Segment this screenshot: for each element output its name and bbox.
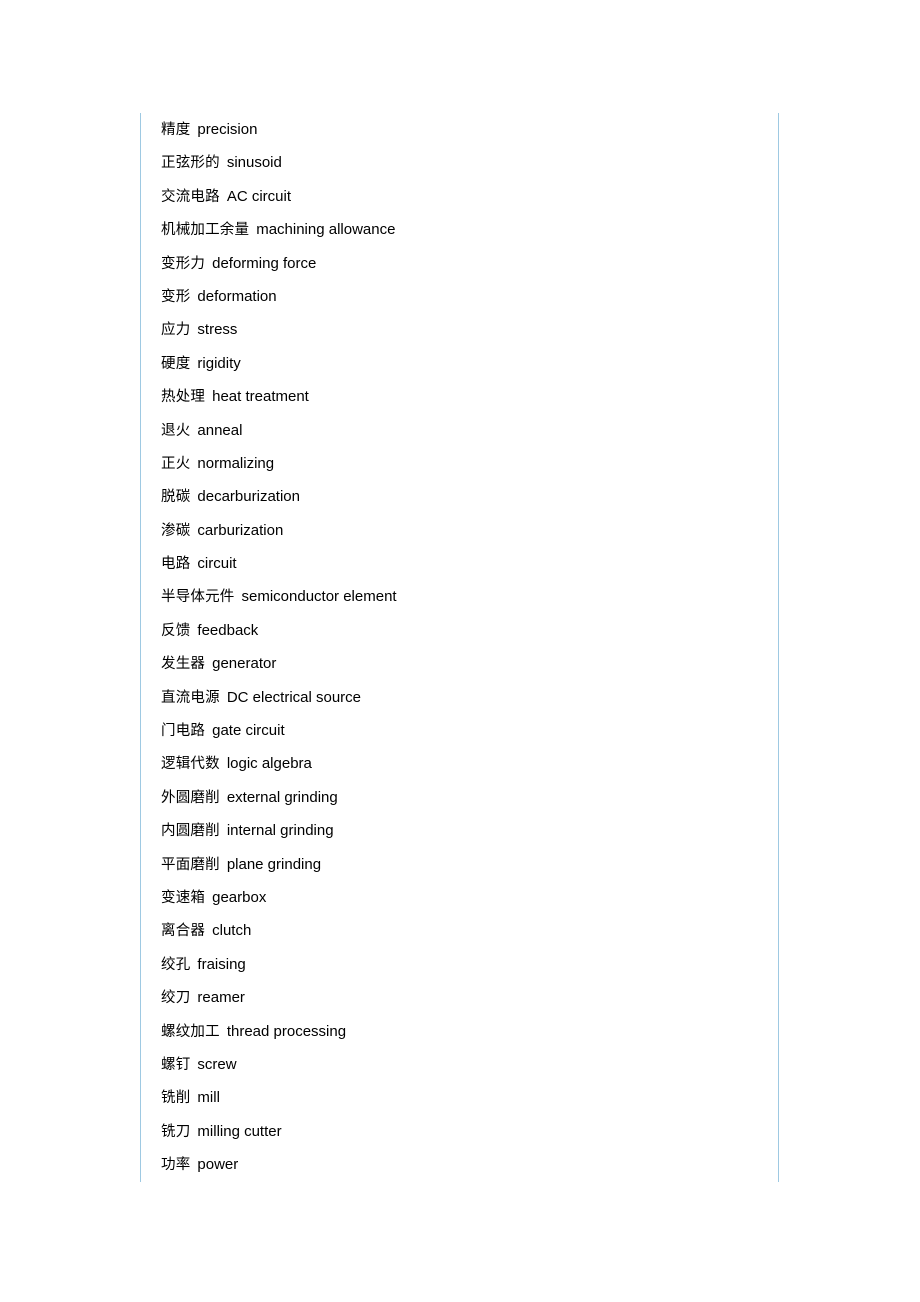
- glossary-entry: 正弦形的 sinusoid: [141, 146, 778, 179]
- term-chinese: 应力: [161, 322, 191, 339]
- glossary-entry: 外圆磨削 external grinding: [141, 781, 778, 814]
- term-english: gate circuit: [212, 722, 285, 740]
- term-chinese: 功率: [161, 1157, 191, 1174]
- term-english: deforming force: [212, 254, 317, 272]
- term-english: stress: [197, 321, 238, 339]
- glossary-entry: 电路 circuit: [141, 547, 778, 580]
- term-english: circuit: [197, 555, 237, 573]
- term-english: thread processing: [226, 1022, 347, 1040]
- term-english: deformation: [197, 287, 277, 305]
- glossary-entry: 铣刀 milling cutter: [141, 1115, 778, 1148]
- term-chinese: 绞刀: [161, 990, 191, 1007]
- term-english: reamer: [197, 989, 245, 1007]
- term-chinese: 内圆磨削: [161, 823, 220, 840]
- term-english: semiconductor element: [241, 588, 397, 606]
- glossary-entry: 绞刀 reamer: [141, 981, 778, 1014]
- term-chinese: 铣刀: [161, 1123, 191, 1140]
- term-chinese: 逻辑代数: [161, 756, 220, 773]
- glossary-entry: 变形力 deforming force: [141, 247, 778, 280]
- glossary-entry: 绞孔 fraising: [141, 948, 778, 981]
- term-chinese: 硬度: [161, 355, 191, 372]
- glossary-entry: 正火 normalizing: [141, 447, 778, 480]
- term-english: plane grinding: [226, 855, 322, 873]
- term-english: internal grinding: [226, 822, 334, 840]
- glossary-entry: 热处理 heat treatment: [141, 380, 778, 413]
- term-english: rigidity: [197, 354, 241, 372]
- term-chinese: 发生器: [161, 656, 206, 673]
- term-english: machining allowance: [256, 221, 396, 239]
- term-english: milling cutter: [197, 1122, 282, 1140]
- term-english: heat treatment: [212, 388, 309, 406]
- glossary-entry: 变速箱 gearbox: [141, 881, 778, 914]
- glossary-entry: 交流电路 AC circuit: [141, 180, 778, 213]
- term-english: screw: [197, 1055, 237, 1073]
- glossary-entry: 门电路 gate circuit: [141, 714, 778, 747]
- glossary-list: 精度 precision 正弦形的 sinusoid 交流电路 AC circuit 机械加…: [141, 113, 778, 1182]
- term-chinese: 半导体元件: [161, 589, 235, 606]
- glossary-entry: 硬度 rigidity: [141, 347, 778, 380]
- glossary-entry: 反馈 feedback: [141, 614, 778, 647]
- term-english: DC electrical source: [226, 688, 362, 706]
- term-chinese: 直流电源: [161, 689, 220, 706]
- glossary-entry: 内圆磨削 internal grinding: [141, 814, 778, 847]
- term-english: feedback: [197, 621, 259, 639]
- glossary-entry: 渗碳 carburization: [141, 514, 778, 547]
- glossary-entry: 变形 deformation: [141, 280, 778, 313]
- term-chinese: 精度: [161, 122, 191, 138]
- term-english: power: [197, 1156, 239, 1174]
- term-chinese: 退火: [161, 422, 191, 439]
- glossary-entry: 铣削 mill: [141, 1081, 778, 1114]
- term-chinese: 电路: [161, 556, 191, 573]
- term-chinese: 交流电路: [161, 188, 220, 205]
- glossary-entry: 退火 anneal: [141, 414, 778, 447]
- term-english: logic algebra: [226, 755, 312, 773]
- glossary-entry: 离合器 clutch: [141, 914, 778, 947]
- term-chinese: 螺钉: [161, 1056, 191, 1073]
- term-english: mill: [197, 1089, 220, 1107]
- glossary-entry: 螺钉 screw: [141, 1048, 778, 1081]
- term-chinese: 离合器: [161, 923, 206, 940]
- term-chinese: 变速箱: [161, 889, 206, 906]
- term-chinese: 机械加工余量: [161, 222, 250, 239]
- glossary-entry: 脱碳 decarburization: [141, 480, 778, 513]
- term-chinese: 脱碳: [161, 489, 191, 506]
- term-chinese: 正火: [161, 455, 191, 472]
- term-english: carburization: [197, 521, 284, 539]
- term-chinese: 外圆磨削: [161, 789, 220, 806]
- term-chinese: 正弦形的: [161, 155, 220, 172]
- glossary-entry: 平面磨削 plane grinding: [141, 848, 778, 881]
- term-chinese: 反馈: [161, 622, 191, 639]
- glossary-entry: 半导体元件 semiconductor element: [141, 580, 778, 613]
- glossary-entry: 螺纹加工 thread processing: [141, 1015, 778, 1048]
- term-chinese: 变形: [161, 288, 191, 305]
- term-chinese: 渗碳: [161, 522, 191, 539]
- term-english: precision: [197, 121, 258, 138]
- term-english: AC circuit: [226, 187, 291, 205]
- term-chinese: 门电路: [161, 723, 206, 740]
- term-chinese: 螺纹加工: [161, 1023, 220, 1040]
- term-english: generator: [212, 655, 277, 673]
- term-chinese: 热处理: [161, 389, 206, 406]
- glossary-entry: 应力 stress: [141, 313, 778, 346]
- glossary-entry: 精度 precision: [141, 113, 778, 146]
- glossary-entry: 发生器 generator: [141, 647, 778, 680]
- term-english: clutch: [212, 922, 252, 940]
- term-chinese: 平面磨削: [161, 856, 220, 873]
- term-english: sinusoid: [226, 154, 282, 172]
- term-english: anneal: [197, 421, 243, 439]
- glossary-entry: 逻辑代数 logic algebra: [141, 747, 778, 780]
- term-english: normalizing: [197, 454, 275, 472]
- term-english: external grinding: [226, 788, 338, 806]
- term-english: decarburization: [197, 488, 300, 506]
- term-chinese: 变形力: [161, 255, 206, 272]
- term-chinese: 铣削: [161, 1090, 191, 1107]
- term-english: gearbox: [212, 888, 267, 906]
- term-chinese: 绞孔: [161, 956, 191, 973]
- glossary-entry: 功率 power: [141, 1148, 778, 1181]
- glossary-entry: 直流电源 DC electrical source: [141, 681, 778, 714]
- glossary-panel: 精度 precision 正弦形的 sinusoid 交流电路 AC circuit 机械加…: [140, 113, 779, 1182]
- glossary-entry: 机械加工余量 machining allowance: [141, 213, 778, 246]
- term-english: fraising: [197, 955, 246, 973]
